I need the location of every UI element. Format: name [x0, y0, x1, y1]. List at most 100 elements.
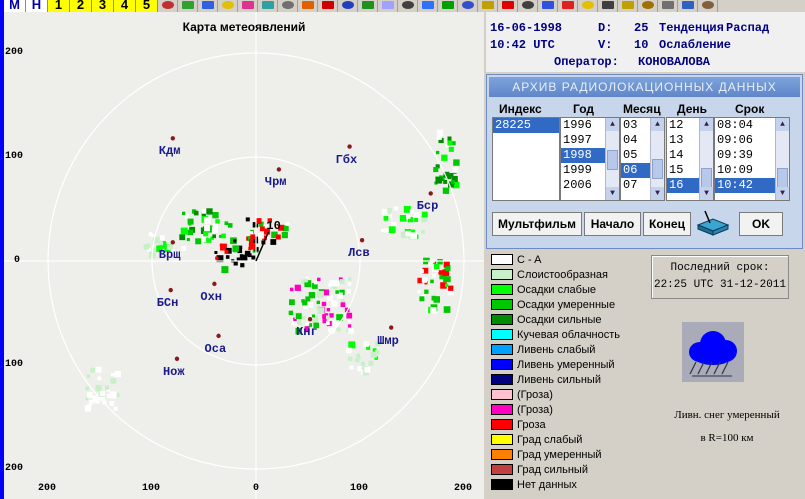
key-icon[interactable] — [678, 0, 698, 12]
list-item[interactable]: 14 — [667, 148, 699, 163]
list-item[interactable]: 09:06 — [715, 133, 775, 148]
echo-cell — [432, 273, 436, 278]
wrench-icon[interactable] — [698, 0, 718, 12]
list-item[interactable]: 12 — [667, 118, 699, 133]
echo-cell — [394, 206, 399, 211]
list-item[interactable]: 10:42 — [715, 178, 775, 193]
plane-icon[interactable] — [438, 0, 458, 12]
toolbar-button-2[interactable]: 2 — [70, 0, 92, 12]
hand-icon[interactable] — [338, 0, 358, 12]
scrollbar[interactable]: ▲ ▼ — [605, 118, 619, 200]
toolbar-button-1[interactable]: 1 — [48, 0, 70, 12]
list-item[interactable]: 16 — [667, 178, 699, 193]
legend-label: Град сильный — [517, 463, 588, 476]
echo-cell — [388, 214, 393, 219]
toolbar-button-4[interactable]: 4 — [114, 0, 136, 12]
list-item[interactable]: 15 — [667, 163, 699, 178]
last-term-label: Последний срок: — [670, 262, 770, 274]
list-item[interactable]: 03 — [621, 118, 650, 133]
term-list[interactable]: 08:04 09:06 09:39 10:09 10:42 ▲ ▼ — [714, 117, 790, 201]
toolbar-button-3[interactable]: 3 — [92, 0, 114, 12]
city-label: Охн — [200, 289, 222, 304]
index-list[interactable]: 28225 — [492, 117, 560, 201]
palette-icon[interactable] — [238, 0, 258, 12]
toolbar-button-5[interactable]: 5 — [136, 0, 158, 12]
down-arrow-icon[interactable] — [458, 0, 478, 12]
month-list[interactable]: 03 04 05 06 07 ▲ ▼ — [620, 117, 665, 201]
list-item[interactable]: 1996 — [561, 118, 605, 133]
list-item[interactable]: 2006 — [561, 178, 605, 193]
weather-line-2: в R=100 км — [700, 432, 754, 444]
line-icon[interactable] — [518, 0, 538, 12]
list-item[interactable]: 28225 — [493, 118, 559, 133]
toolbar-button-h[interactable]: H — [26, 0, 48, 12]
scrollbar[interactable]: ▲ ▼ — [699, 118, 713, 200]
clock-icon[interactable] — [618, 0, 638, 12]
echo-cell — [200, 236, 207, 242]
list-item[interactable]: 13 — [667, 133, 699, 148]
radar-icon[interactable] — [218, 0, 238, 12]
down-blue-icon[interactable] — [538, 0, 558, 12]
ok-button[interactable]: OK — [739, 212, 783, 236]
scroll-thumb[interactable] — [652, 159, 663, 179]
day-list[interactable]: 12 13 14 15 16 ▲ ▼ — [666, 117, 714, 201]
target-icon[interactable] — [298, 0, 318, 12]
city-marker — [170, 136, 175, 141]
star-icon[interactable] — [598, 0, 618, 12]
list-item[interactable]: 1999 — [561, 163, 605, 178]
scroll-down-icon[interactable]: ▼ — [651, 187, 664, 200]
scrollbar[interactable]: ▲ ▼ — [650, 118, 664, 200]
list-item[interactable]: 1997 — [561, 133, 605, 148]
multfilm-button[interactable]: Мультфильм — [492, 212, 582, 236]
list-item[interactable]: 05 — [621, 148, 650, 163]
scroll-thumb[interactable] — [607, 150, 618, 170]
scroll-down-icon[interactable]: ▼ — [776, 187, 789, 200]
down-red-icon[interactable] — [558, 0, 578, 12]
pencil-icon[interactable] — [478, 0, 498, 12]
list-item[interactable]: 06 — [621, 163, 650, 178]
scroll-thumb[interactable] — [777, 168, 788, 188]
cloud-snow-shower-icon — [682, 322, 744, 382]
scroll-down-icon[interactable]: ▼ — [700, 187, 713, 200]
bomb-icon[interactable] — [318, 0, 338, 12]
thermometer-icon[interactable] — [398, 0, 418, 12]
city-marker — [428, 191, 433, 196]
radar-map[interactable] — [4, 12, 484, 499]
list-item[interactable]: 10:09 — [715, 163, 775, 178]
start-button[interactable]: Начало — [584, 212, 641, 236]
cross-icon[interactable] — [498, 0, 518, 12]
book-icon[interactable] — [696, 209, 730, 237]
echo-cell — [312, 314, 315, 318]
echo-cell — [249, 239, 254, 244]
window-icon[interactable] — [378, 0, 398, 12]
scroll-up-icon[interactable]: ▲ — [606, 118, 619, 131]
echo-cell — [304, 278, 308, 283]
list-item[interactable]: 04 — [621, 133, 650, 148]
up-arrow-icon[interactable] — [418, 0, 438, 12]
cursor-icon[interactable] — [158, 0, 178, 12]
scroll-down-icon[interactable]: ▼ — [606, 187, 619, 200]
last-term-value: 22:25 UTC 31-12-2011 — [653, 279, 787, 291]
compass-icon[interactable] — [278, 0, 298, 12]
end-button[interactable]: Конец — [643, 212, 691, 236]
marker-icon[interactable] — [258, 0, 278, 12]
scroll-up-icon[interactable]: ▲ — [700, 118, 713, 131]
scroll-up-icon[interactable]: ▲ — [776, 118, 789, 131]
echo-cell — [94, 398, 100, 404]
printer-icon[interactable] — [658, 0, 678, 12]
scroll-thumb[interactable] — [701, 168, 712, 188]
globe-icon[interactable] — [198, 0, 218, 12]
list-item[interactable]: 09:39 — [715, 148, 775, 163]
year-list[interactable]: 1996 1997 1998 1999 2006 ▲ ▼ — [560, 117, 620, 201]
list-item[interactable]: 08:04 — [715, 118, 775, 133]
list-item[interactable]: 1998 — [561, 148, 605, 163]
echo-cell — [441, 154, 448, 161]
toolbar-button-m[interactable]: M — [4, 0, 26, 12]
scrollbar[interactable]: ▲ ▼ — [775, 118, 789, 200]
list-item[interactable]: 07 — [621, 178, 650, 193]
book-icon[interactable] — [638, 0, 658, 12]
scissors-icon[interactable] — [178, 0, 198, 12]
grid-icon[interactable] — [358, 0, 378, 12]
lamp-icon[interactable] — [578, 0, 598, 12]
scroll-up-icon[interactable]: ▲ — [651, 118, 664, 131]
